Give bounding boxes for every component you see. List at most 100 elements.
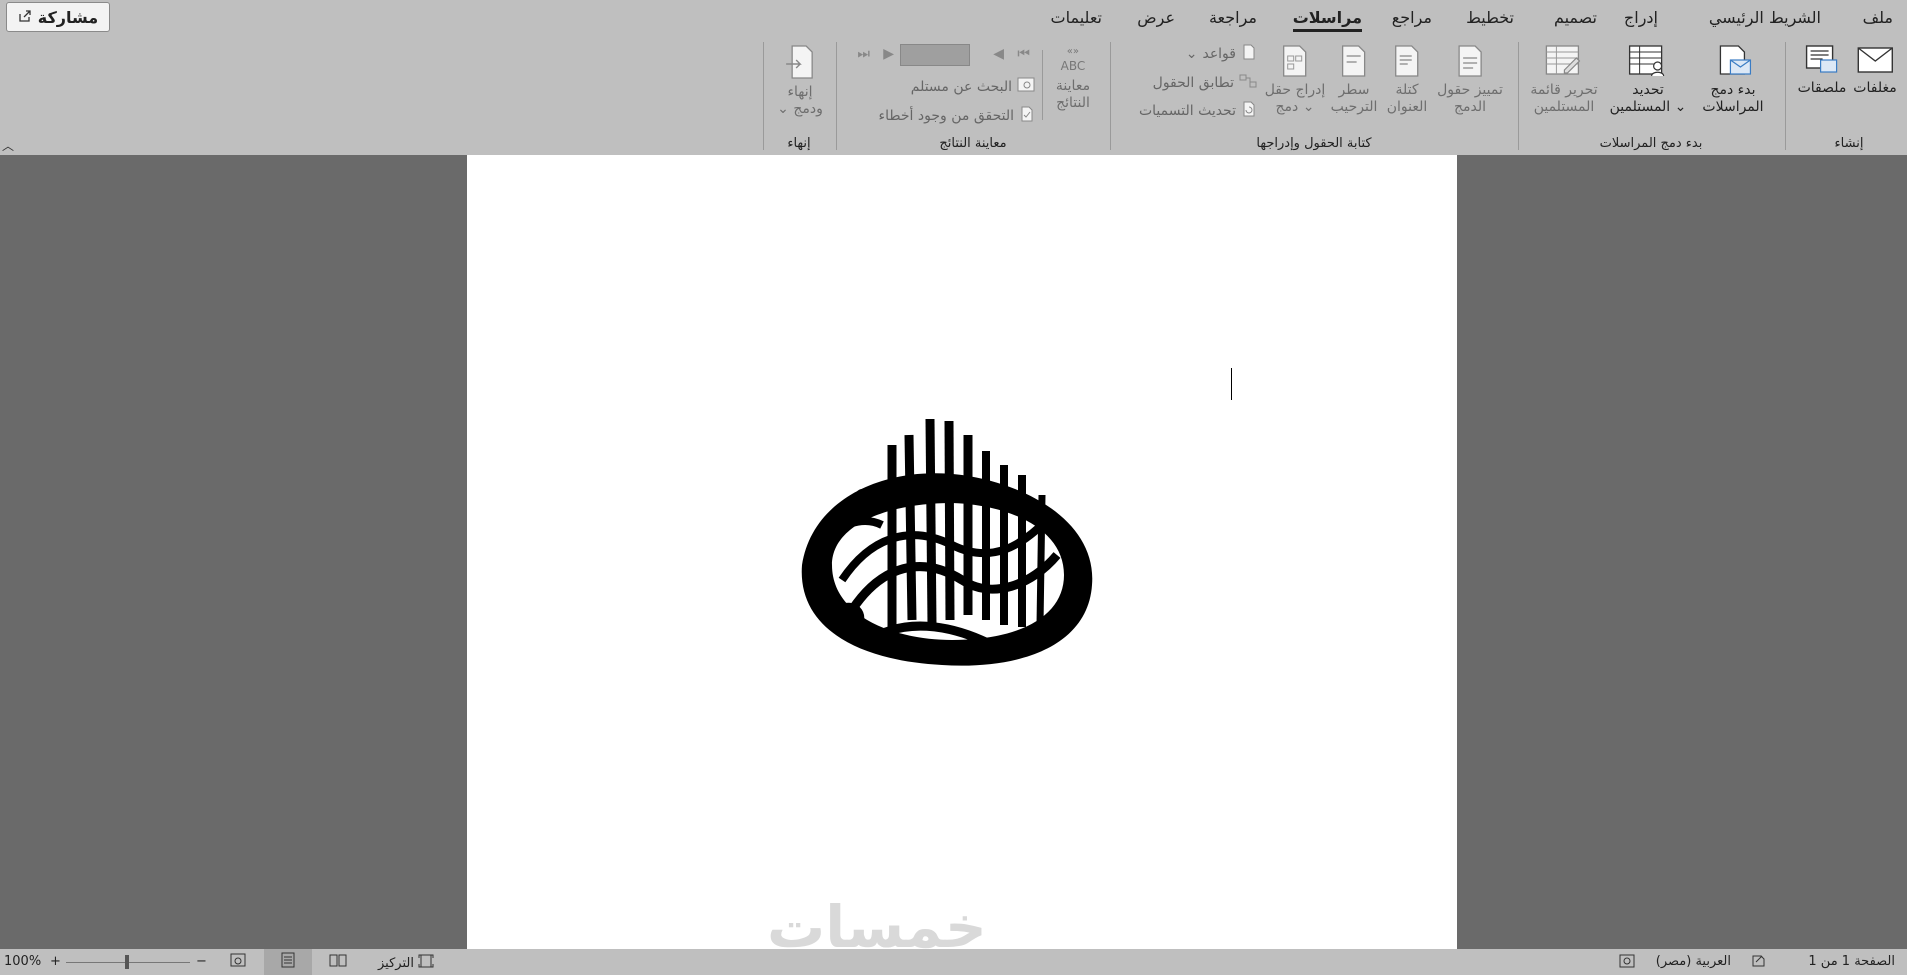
insert-field-icon bbox=[1283, 45, 1307, 77]
print-layout-icon bbox=[281, 952, 295, 972]
accessibility-icon[interactable] bbox=[1619, 954, 1635, 972]
page-count[interactable]: الصفحة 1 من 1 bbox=[1808, 954, 1895, 969]
zoom-out-button[interactable]: − bbox=[196, 954, 207, 969]
document-page[interactable]: خمسات bbox=[467, 155, 1457, 949]
greeting-line-icon bbox=[1342, 45, 1366, 77]
insert-merge-field-label-2: دمج bbox=[1275, 99, 1299, 115]
record-navigation: ⏮ ◀ ▶ ⏭ bbox=[850, 44, 1030, 66]
labels-button[interactable]: ملصقات bbox=[1797, 44, 1847, 97]
match-fields-icon bbox=[1239, 73, 1257, 93]
zoom-slider-thumb[interactable] bbox=[125, 955, 129, 969]
svg-text:«»: «» bbox=[1067, 46, 1079, 57]
labels-icon bbox=[1806, 45, 1838, 73]
edit-recipient-list-label-1: تحرير قائمة bbox=[1530, 82, 1598, 98]
address-block-label-1: كتلة bbox=[1395, 82, 1419, 98]
zoom-in-button[interactable]: + bbox=[50, 954, 61, 969]
tab-review[interactable]: مراجعة bbox=[1209, 8, 1257, 27]
update-labels-icon bbox=[1241, 101, 1257, 121]
chevron-down-icon: ⌄ bbox=[1185, 46, 1198, 62]
share-icon bbox=[18, 8, 32, 27]
select-recipients-label-2: المستلمين bbox=[1609, 99, 1671, 115]
language-indicator[interactable]: العربية (مصر) bbox=[1656, 954, 1731, 969]
chevron-down-icon: ⌄ bbox=[1670, 99, 1687, 115]
finish-merge-label-1: إنهاء bbox=[787, 84, 813, 100]
chevron-down-icon: ⌄ bbox=[777, 101, 794, 117]
preview-abc-icon: «» ABC bbox=[1061, 46, 1086, 73]
group-separator bbox=[1785, 42, 1786, 150]
focus-icon bbox=[418, 954, 434, 972]
labels-label: ملصقات bbox=[1797, 80, 1847, 96]
first-record-icon[interactable]: ⏮ bbox=[1017, 46, 1030, 62]
collapse-ribbon-icon[interactable]: ︿ bbox=[2, 137, 14, 154]
chevron-down-icon: ⌄ bbox=[1298, 99, 1315, 115]
tab-home[interactable]: الشريط الرئيسي bbox=[1709, 8, 1821, 27]
check-errors-button[interactable]: التحقق من وجود أخطاء bbox=[879, 106, 1035, 126]
zoom-level[interactable]: 100% bbox=[4, 954, 41, 969]
tab-mailings[interactable]: مراسلات bbox=[1292, 8, 1362, 32]
next-record-icon[interactable]: ▶ bbox=[883, 46, 894, 62]
rules-label: قواعد bbox=[1202, 46, 1236, 62]
proofing-icon[interactable] bbox=[1751, 954, 1767, 972]
text-cursor bbox=[1231, 368, 1232, 400]
insert-merge-field-button[interactable]: إدراج حقل دمج ⌄ bbox=[1265, 44, 1325, 116]
finish-merge-button[interactable]: إنهاء ⌄ ودمج bbox=[777, 44, 823, 118]
start-mail-merge-button[interactable]: بدء دمج المراسلات bbox=[1702, 44, 1764, 116]
find-recipient-icon bbox=[1017, 77, 1035, 97]
preview-results-label-1: معاينة bbox=[1055, 78, 1091, 94]
start-mail-merge-label-1: بدء دمج bbox=[1710, 82, 1756, 98]
find-recipient-button[interactable]: البحث عن مستلم bbox=[911, 77, 1035, 97]
tab-file[interactable]: ملف bbox=[1863, 8, 1893, 27]
inner-separator bbox=[1042, 50, 1043, 120]
greeting-line-button[interactable]: سطر الترحيب bbox=[1331, 44, 1377, 116]
previous-record-icon[interactable]: ◀ bbox=[993, 46, 1004, 62]
group-separator bbox=[1518, 42, 1519, 150]
check-errors-icon bbox=[1019, 106, 1035, 126]
select-recipients-label-1: تحديد bbox=[1632, 82, 1664, 98]
address-block-button[interactable]: كتلة العنوان bbox=[1387, 44, 1427, 116]
start-mail-merge-label-2: المراسلات bbox=[1702, 99, 1764, 115]
finish-merge-label-2: ودمج bbox=[793, 101, 823, 117]
highlight-fields-icon bbox=[1458, 45, 1482, 77]
tab-design[interactable]: تصميم bbox=[1554, 8, 1597, 27]
update-labels-label: تحديث التسميات bbox=[1138, 103, 1236, 119]
share-button[interactable]: مشاركة bbox=[6, 2, 110, 32]
read-mode-button[interactable] bbox=[314, 949, 362, 975]
group-separator bbox=[1110, 42, 1111, 150]
read-mode-icon bbox=[329, 953, 347, 971]
watermark-text: خمسات bbox=[767, 893, 987, 949]
check-errors-label: التحقق من وجود أخطاء bbox=[878, 108, 1014, 124]
preview-results-button[interactable]: «» ABC معاينة النتائج bbox=[1056, 44, 1090, 112]
highlight-merge-fields-label-2: الدمج bbox=[1453, 99, 1487, 115]
group-separator bbox=[763, 42, 764, 150]
edit-recipient-list-label-2: المستلمين bbox=[1533, 99, 1595, 115]
tab-layout[interactable]: تخطيط bbox=[1466, 8, 1514, 27]
web-layout-button[interactable] bbox=[214, 949, 262, 975]
greeting-line-label-1: سطر bbox=[1338, 82, 1370, 98]
rules-icon bbox=[1241, 44, 1257, 64]
address-block-icon bbox=[1395, 45, 1419, 77]
print-layout-button[interactable] bbox=[264, 949, 312, 975]
group-start-merge-label: بدء دمج المراسلات bbox=[1599, 136, 1703, 151]
update-labels-button[interactable]: تحديث التسميات bbox=[1139, 101, 1257, 121]
edit-recipient-list-button[interactable]: تحرير قائمة المستلمين bbox=[1530, 44, 1598, 116]
tab-insert[interactable]: إدراج bbox=[1624, 8, 1658, 27]
status-bar: الصفحة 1 من 1 العربية (مصر) التركيز − + … bbox=[0, 949, 1907, 975]
preview-results-label-2: النتائج bbox=[1056, 95, 1090, 111]
match-fields-label: تطابق الحقول bbox=[1152, 75, 1234, 91]
record-number-field[interactable] bbox=[900, 44, 970, 66]
highlight-merge-fields-button[interactable]: تمييز حقول الدمج bbox=[1437, 44, 1503, 116]
focus-mode-button[interactable]: التركيز bbox=[378, 954, 434, 972]
tab-references[interactable]: مراجع bbox=[1392, 8, 1432, 27]
tab-bar: ملف الشريط الرئيسي إدراج تصميم تخطيط مرا… bbox=[0, 0, 1907, 36]
tab-help[interactable]: تعليمات bbox=[1051, 8, 1102, 27]
find-recipient-label: البحث عن مستلم bbox=[910, 79, 1012, 95]
select-recipients-button[interactable]: تحديد المستلمين ⌄ bbox=[1609, 44, 1687, 116]
group-create-label: إنشاء bbox=[1834, 136, 1864, 151]
tab-view[interactable]: عرض bbox=[1137, 8, 1175, 27]
ribbon: ملف الشريط الرئيسي إدراج تصميم تخطيط مرا… bbox=[0, 0, 1907, 155]
rules-button[interactable]: قواعد ⌄ bbox=[1186, 44, 1257, 64]
last-record-icon[interactable]: ⏭ bbox=[857, 46, 870, 62]
envelopes-button[interactable]: مغلفات bbox=[1853, 44, 1897, 97]
group-separator bbox=[836, 42, 837, 150]
match-fields-button[interactable]: تطابق الحقول bbox=[1153, 73, 1257, 93]
